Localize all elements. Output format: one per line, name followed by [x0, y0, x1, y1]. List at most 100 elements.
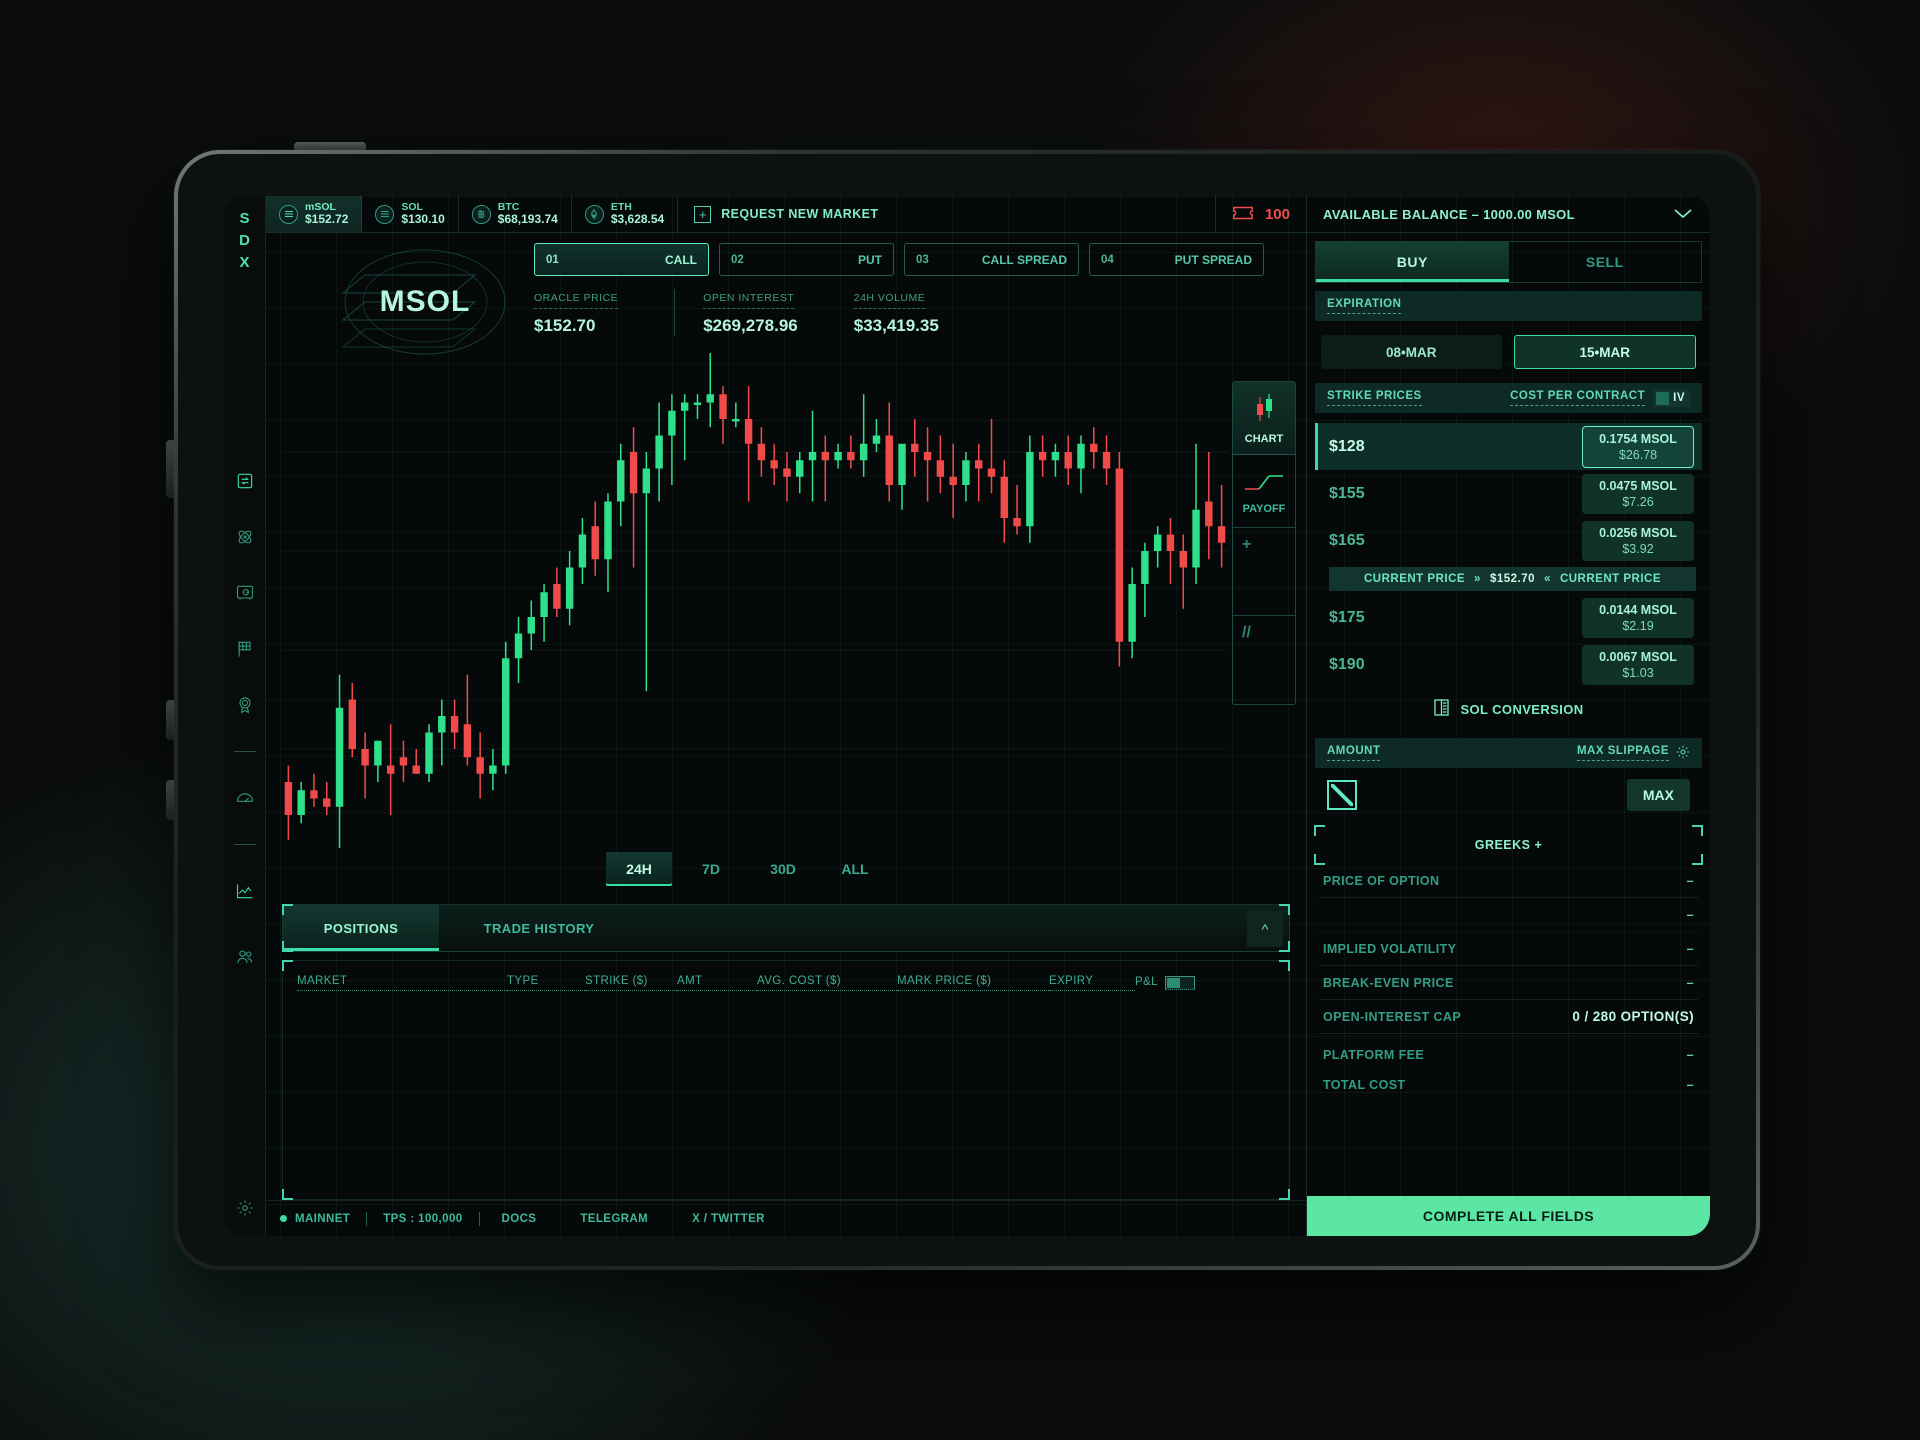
strike-row-128[interactable]: $128 0.1754 MSOL $26.78	[1315, 423, 1702, 470]
col-pnl: P&L	[1135, 975, 1158, 988]
submit-order-button[interactable]: COMPLETE ALL FIELDS	[1307, 1196, 1710, 1236]
greeks-expander[interactable]: GREEKS +	[1314, 825, 1703, 865]
payoff-view-button[interactable]: PAYOFF	[1233, 455, 1295, 528]
range-7d[interactable]: 7D	[678, 852, 744, 886]
instrument-name: MSOL	[379, 285, 471, 318]
strike-row-165[interactable]: $165 0.0256 MSOL $3.92	[1315, 517, 1702, 564]
buy-tab[interactable]: BUY	[1316, 242, 1509, 282]
ticker-sol[interactable]: SOL $130.10	[362, 196, 459, 232]
request-new-market-button[interactable]: + REQUEST NEW MARKET	[678, 196, 1216, 232]
corner-mark	[282, 904, 293, 915]
amount-input-row[interactable]: MAX	[1315, 768, 1702, 822]
ticker-btc[interactable]: BTC $68,193.74	[459, 196, 572, 232]
max-slippage-label: MAX SLIPPAGE	[1576, 745, 1669, 761]
positions-tabbar: POSITIONS TRADE HISTORY ^	[282, 904, 1290, 952]
cost-usd: $7.26	[1622, 494, 1654, 509]
strike-cost[interactable]: 0.0144 MSOL $2.19	[1582, 597, 1694, 638]
tab-number: 04	[1101, 253, 1114, 266]
amount-input[interactable]	[1357, 786, 1627, 804]
link-telegram[interactable]: TELEGRAM	[558, 1213, 670, 1225]
request-new-market-label: REQUEST NEW MARKET	[721, 207, 879, 221]
iv-toggle[interactable]: IV	[1653, 389, 1690, 407]
tab-number: 01	[546, 253, 559, 266]
swap-icon[interactable]	[235, 471, 255, 491]
chart-view-button[interactable]: CHART	[1233, 382, 1295, 455]
status-divider	[366, 1211, 368, 1226]
plus-icon: +	[1242, 536, 1252, 553]
collapse-panel-button[interactable]: ^	[1247, 911, 1283, 947]
strike-row-190[interactable]: $190 0.0067 MSOL $1.03	[1315, 641, 1702, 688]
tab-call-spread[interactable]: 03 CALL SPREAD	[904, 243, 1079, 276]
sell-tab[interactable]: SELL	[1509, 242, 1702, 282]
more-view-button[interactable]: //	[1233, 616, 1295, 704]
gear-icon[interactable]	[1676, 745, 1690, 762]
link-docs[interactable]: DOCS	[496, 1213, 559, 1225]
amount-token-icon	[1327, 780, 1357, 810]
expiration-15-mar[interactable]: 15•MAR	[1513, 335, 1696, 369]
detail-implied-volatility: IMPLIED VOLATILITY –	[1319, 932, 1698, 966]
app-logo[interactable]: S D X	[239, 210, 250, 271]
range-24h[interactable]: 24H	[606, 852, 672, 886]
coin-icon	[375, 204, 395, 224]
detail-label: OPEN-INTEREST CAP	[1323, 1009, 1462, 1024]
stat-label: ORACLE PRICE	[534, 292, 619, 309]
atom-icon[interactable]	[235, 527, 255, 547]
cost-msol: 0.0144 MSOL	[1599, 602, 1677, 617]
available-balance-row[interactable]: AVAILABLE BALANCE – 1000.00 MSOL	[1307, 196, 1710, 233]
corner-mark	[1279, 960, 1290, 971]
gauge-icon[interactable]	[235, 788, 255, 808]
strike-cost[interactable]: 0.0256 MSOL $3.92	[1582, 520, 1694, 561]
detail-value: –	[1686, 873, 1694, 888]
stat-value: $269,278.96	[703, 316, 798, 335]
range-all[interactable]: ALL	[822, 852, 888, 886]
detail-label: BREAK-EVEN PRICE	[1323, 975, 1454, 990]
add-view-button[interactable]: +	[1233, 528, 1295, 616]
amount-section-header: AMOUNT MAX SLIPPAGE	[1315, 738, 1702, 768]
range-30d[interactable]: 30D	[750, 852, 816, 886]
tab-number: 02	[731, 253, 744, 266]
strike-price: $175	[1329, 608, 1365, 626]
expiration-08-mar[interactable]: 08•MAR	[1321, 335, 1502, 369]
tab-trade-history[interactable]: TRADE HISTORY	[439, 905, 639, 951]
detail-label: IMPLIED VOLATILITY	[1323, 941, 1457, 956]
chevron-down-icon[interactable]	[1672, 207, 1694, 222]
sol-conversion-button[interactable]: SOL CONVERSION	[1307, 688, 1710, 730]
users-icon[interactable]	[235, 947, 255, 967]
tab-put-spread[interactable]: 04 PUT SPREAD	[1089, 243, 1264, 276]
max-amount-button[interactable]: MAX	[1626, 779, 1690, 811]
tab-call[interactable]: 01 CALL	[534, 243, 709, 276]
strike-price: $165	[1329, 531, 1365, 549]
candlestick-chart[interactable]	[282, 353, 1228, 848]
order-panel: AVAILABLE BALANCE – 1000.00 MSOL BUY SEL…	[1306, 196, 1710, 1236]
option-type-tabs: 01 CALL 02 PUT 03 CALL SPREAD 04 PUT SPR…	[534, 243, 1264, 276]
cost-msol: 0.0256 MSOL	[1599, 525, 1677, 540]
detail-price-of-option: PRICE OF OPTION –	[1319, 864, 1698, 898]
ticker-msol[interactable]: mSOL $152.72	[266, 196, 363, 232]
ticket-counter[interactable]: 100	[1216, 196, 1306, 232]
link-twitter[interactable]: X / TWITTER	[670, 1213, 787, 1225]
strike-cost[interactable]: 0.0475 MSOL $7.26	[1582, 473, 1694, 514]
strike-cost[interactable]: 0.1754 MSOL $26.78	[1582, 425, 1694, 468]
detail-value: –	[1686, 1078, 1694, 1092]
detail-platform-fee: PLATFORM FEE –	[1319, 1040, 1698, 1070]
line-chart-icon[interactable]	[235, 881, 255, 901]
corner-mark	[1692, 825, 1703, 836]
detail-total-cost: TOTAL COST –	[1319, 1070, 1698, 1100]
badge-icon[interactable]	[235, 695, 255, 715]
tab-number: 03	[916, 253, 929, 266]
flag-icon[interactable]	[235, 639, 255, 659]
strike-row-175[interactable]: $175 0.0144 MSOL $2.19	[1315, 594, 1702, 641]
stat-value: $152.70	[534, 316, 596, 335]
rail-divider-1	[233, 751, 256, 752]
pnl-toggle[interactable]	[1164, 976, 1195, 990]
vault-icon[interactable]	[235, 583, 255, 603]
strike-cost[interactable]: 0.0067 MSOL $1.03	[1582, 644, 1694, 685]
detail-open-interest-cap: OPEN-INTEREST CAP 0 / 280 OPTION(S)	[1319, 1000, 1698, 1034]
ticker-eth[interactable]: ETH $3,628.54	[572, 196, 679, 232]
ticker-price: $130.10	[401, 212, 445, 227]
tab-positions[interactable]: POSITIONS	[283, 905, 439, 951]
strike-row-155[interactable]: $155 0.0475 MSOL $7.26	[1315, 470, 1702, 517]
detail-label: TOTAL COST	[1323, 1078, 1406, 1092]
tab-put[interactable]: 02 PUT	[719, 243, 894, 276]
settings-gear-icon[interactable]	[236, 1200, 254, 1220]
